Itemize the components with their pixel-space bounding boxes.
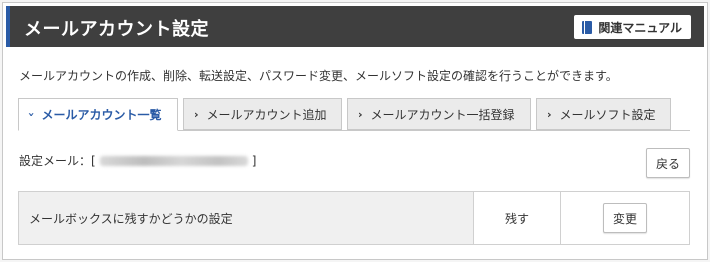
related-manual-button[interactable]: 関連マニュアル bbox=[574, 15, 691, 39]
mailbox-keep-setting-label: メールボックスに残すかどうかの設定 bbox=[19, 192, 474, 244]
chevron-right-icon: › bbox=[24, 112, 38, 117]
chevron-right-icon: › bbox=[358, 107, 363, 121]
tab-label: メールソフト設定 bbox=[559, 107, 656, 122]
configured-email-prefix: 設定メール：[ bbox=[19, 154, 96, 168]
tab-bar: › メールアカウント一覧 › メールアカウント追加 › メールアカウント一括登録… bbox=[18, 98, 690, 131]
chevron-right-icon: › bbox=[194, 107, 199, 121]
configured-email: 設定メール：[ ] bbox=[19, 152, 256, 169]
related-manual-label: 関連マニュアル bbox=[598, 20, 682, 35]
back-button[interactable]: 戻る bbox=[646, 148, 690, 178]
mailbox-keep-setting-value: 残す bbox=[474, 192, 561, 244]
masked-email-address bbox=[99, 155, 248, 166]
tab-mail-account-bulk[interactable]: › メールアカウント一括登録 bbox=[347, 98, 531, 130]
page-title: メールアカウント設定 bbox=[24, 19, 209, 40]
configured-email-suffix: ] bbox=[251, 153, 257, 168]
book-icon bbox=[582, 20, 593, 34]
page-description: メールアカウントの作成、削除、転送設定、パスワード変更、メールソフト設定の確認を… bbox=[19, 69, 618, 83]
page-header: メールアカウント設定 関連マニュアル bbox=[6, 6, 704, 47]
tab-mail-software-settings[interactable]: › メールソフト設定 bbox=[536, 98, 671, 130]
change-button[interactable]: 変更 bbox=[603, 203, 647, 233]
mailbox-keep-setting-action-cell: 変更 bbox=[561, 192, 689, 244]
chevron-right-icon: › bbox=[547, 107, 552, 121]
tab-label: メールアカウント一覧 bbox=[41, 108, 162, 122]
tab-mail-account-list[interactable]: › メールアカウント一覧 bbox=[18, 98, 178, 131]
tab-mail-account-add[interactable]: › メールアカウント追加 bbox=[183, 98, 342, 130]
tab-label: メールアカウント追加 bbox=[206, 107, 327, 122]
tab-label: メールアカウント一括登録 bbox=[370, 107, 515, 122]
settings-table: メールボックスに残すかどうかの設定 残す 変更 bbox=[18, 191, 690, 245]
